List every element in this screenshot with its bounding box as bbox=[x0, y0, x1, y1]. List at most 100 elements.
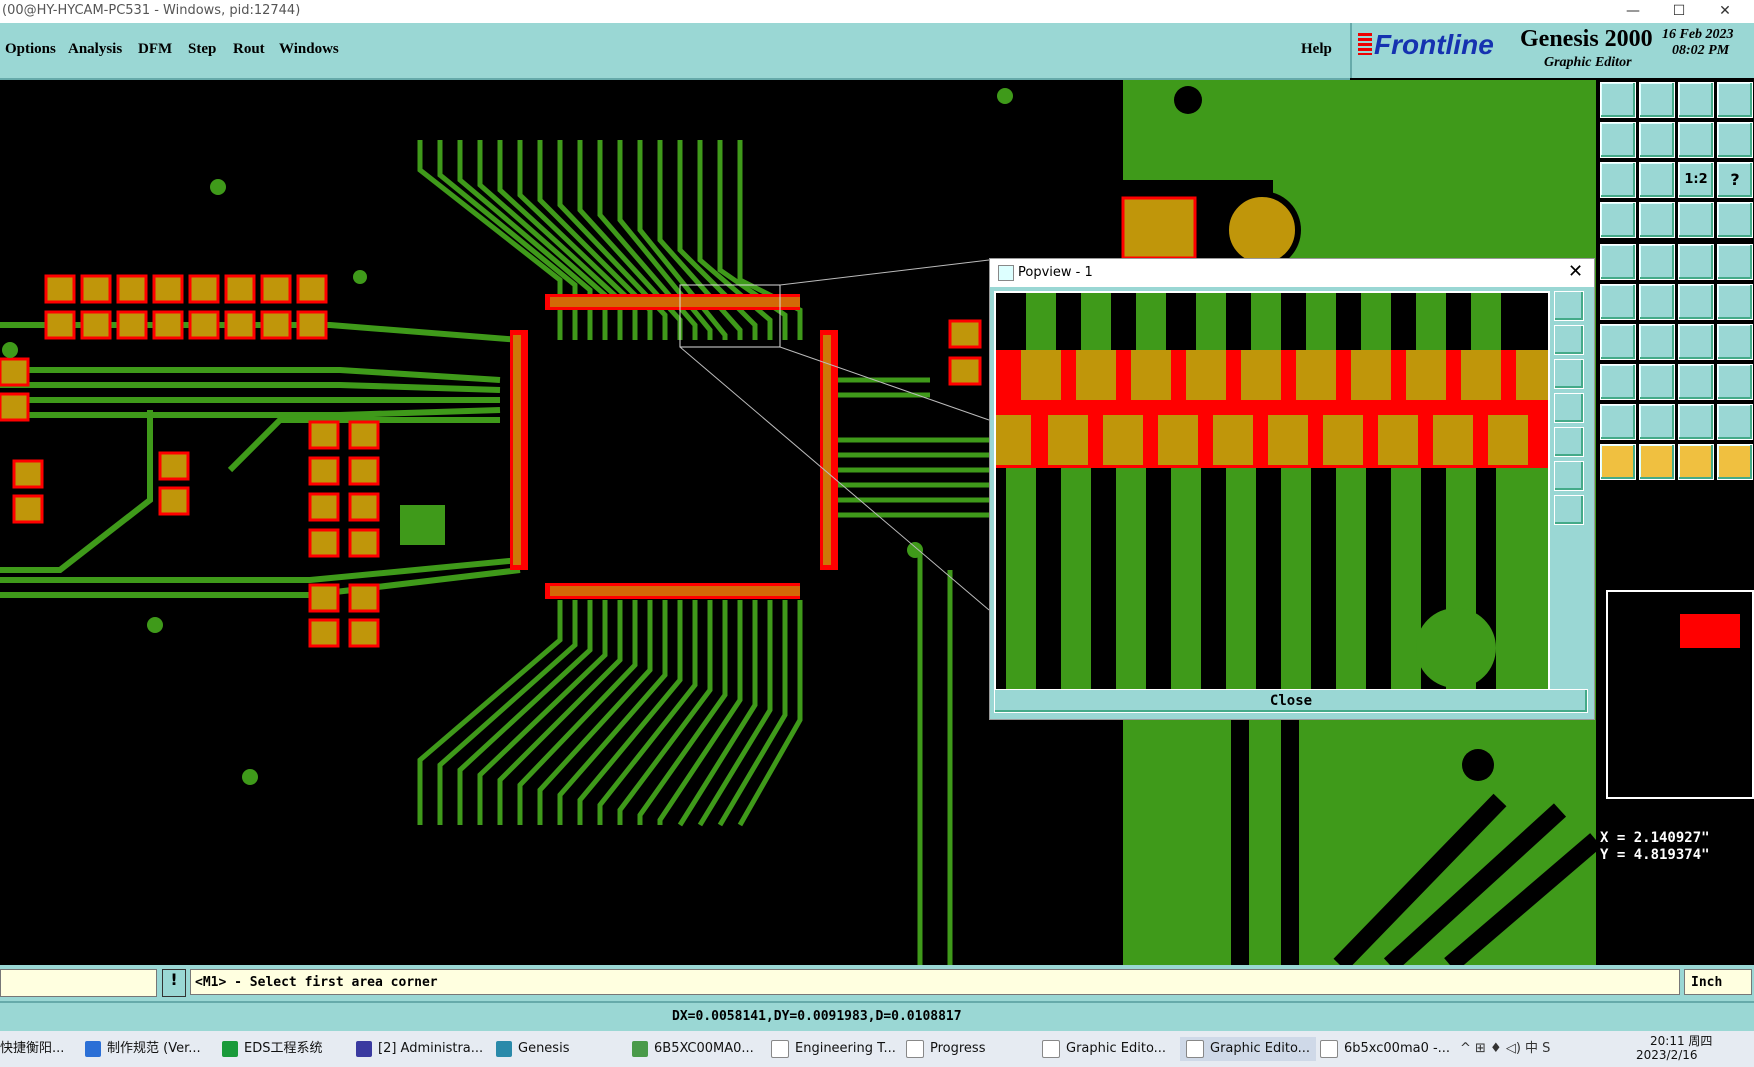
menu-windows[interactable]: Windows bbox=[279, 41, 339, 58]
popview-app-icon bbox=[998, 265, 1014, 281]
tool-route-icon[interactable] bbox=[1717, 284, 1753, 320]
measure-readout: DX=0.0058141,DY=0.0091983,D=0.0108817 bbox=[672, 1009, 962, 1024]
task-item[interactable]: Engineering T... bbox=[771, 1037, 896, 1061]
tool-panel: 1:2 ? X = 2.140927" Y = 4.819374" bbox=[1596, 80, 1754, 965]
popview-title: Popview - 1 bbox=[1018, 265, 1093, 280]
tool-back-icon[interactable] bbox=[1600, 122, 1636, 158]
popview-close-button[interactable]: Close bbox=[994, 689, 1588, 713]
popview-zoom-in-button[interactable] bbox=[1554, 291, 1584, 321]
tool-measure-alt-icon[interactable] bbox=[1717, 202, 1753, 238]
tool-export-icon[interactable] bbox=[1717, 82, 1753, 118]
tool-snap-icon[interactable] bbox=[1600, 202, 1636, 238]
overview-map[interactable] bbox=[1606, 590, 1754, 799]
clock-date[interactable]: 2023/2/16 bbox=[1636, 1048, 1698, 1062]
tool-dimension-icon[interactable] bbox=[1678, 364, 1714, 400]
tool-pad-icon[interactable] bbox=[1600, 364, 1636, 400]
menu-rout[interactable]: Rout bbox=[233, 41, 265, 58]
task-item-active[interactable]: Graphic Edito... bbox=[1180, 1037, 1317, 1061]
x-window-icon bbox=[906, 1039, 924, 1058]
tool-home-icon[interactable] bbox=[1678, 82, 1714, 118]
tool-draw-diag-icon[interactable] bbox=[1639, 324, 1675, 360]
menu-bar: Options Analysis DFM Step Rout Windows H… bbox=[0, 23, 1350, 80]
tool-select-area-icon[interactable] bbox=[1639, 444, 1675, 480]
tool-zoom-fit-icon[interactable] bbox=[1600, 162, 1636, 198]
popview-pan-up-button[interactable] bbox=[1554, 325, 1584, 355]
task-item[interactable]: [2] Administra... bbox=[356, 1037, 483, 1061]
prompt-line: <M1> - Select first area corner bbox=[190, 969, 1680, 995]
tool-draw-line-icon[interactable] bbox=[1600, 324, 1636, 360]
minimize-button[interactable]: — bbox=[1610, 0, 1656, 23]
tool-fill-icon[interactable] bbox=[1600, 244, 1636, 280]
brand-panel: Frontline Genesis 2000 Graphic Editor 16… bbox=[1350, 23, 1754, 78]
menu-options[interactable]: Options bbox=[5, 41, 56, 58]
tool-text-a-outline-icon[interactable] bbox=[1678, 404, 1714, 440]
status-row: ! <M1> - Select first area corner Inch bbox=[0, 965, 1754, 1001]
menu-step[interactable]: Step bbox=[188, 41, 216, 58]
clock-time[interactable]: 20:11 周四 bbox=[1650, 1032, 1712, 1049]
task-item[interactable]: 6B5XC00MA0... bbox=[632, 1037, 754, 1061]
genesis-icon bbox=[496, 1040, 512, 1057]
popview-pan-down-button[interactable] bbox=[1554, 359, 1584, 389]
command-input[interactable] bbox=[0, 969, 157, 997]
x-window-icon bbox=[1320, 1039, 1338, 1058]
tool-cross-icon[interactable] bbox=[1639, 284, 1675, 320]
tool-arc-icon[interactable] bbox=[1678, 324, 1714, 360]
maximize-button[interactable]: ☐ bbox=[1656, 0, 1702, 23]
popview-canvas[interactable] bbox=[994, 291, 1550, 691]
document-icon bbox=[85, 1040, 101, 1057]
disk-icon bbox=[356, 1040, 372, 1057]
tool-open-icon[interactable] bbox=[1600, 82, 1636, 118]
tool-forward-icon[interactable] bbox=[1639, 122, 1675, 158]
tray-icons[interactable]: ^ ⊞ ♦ ◁) 中 S bbox=[1460, 1037, 1550, 1061]
popview-move-button[interactable] bbox=[1554, 495, 1584, 525]
task-item[interactable]: EDS工程系统 bbox=[222, 1037, 322, 1061]
app-f-icon bbox=[222, 1040, 238, 1057]
x-window-icon bbox=[1042, 1039, 1060, 1058]
tool-help-icon[interactable]: ? bbox=[1717, 162, 1753, 198]
date-label: 16 Feb 2023 bbox=[1662, 27, 1734, 42]
menu-dfm[interactable]: DFM bbox=[138, 41, 172, 58]
popview-fit-button[interactable] bbox=[1554, 461, 1584, 491]
units-selector[interactable]: Inch bbox=[1684, 969, 1752, 995]
popview-pan-right-button[interactable] bbox=[1554, 427, 1584, 457]
task-item[interactable]: 制作规范 (Ver... bbox=[85, 1037, 201, 1061]
menu-help[interactable]: Help bbox=[1301, 41, 1332, 58]
task-item[interactable]: 快捷衡阳... bbox=[0, 1037, 64, 1061]
x-window-icon bbox=[771, 1039, 789, 1058]
frontline-logo-icon bbox=[1358, 33, 1372, 55]
task-item[interactable]: 6b5xc00ma0 -... bbox=[1320, 1037, 1450, 1061]
tool-circle-icon[interactable] bbox=[1717, 244, 1753, 280]
tool-line-icon[interactable] bbox=[1639, 244, 1675, 280]
tool-measure-icon[interactable] bbox=[1678, 202, 1714, 238]
tool-triangle-icon[interactable] bbox=[1600, 404, 1636, 440]
tool-symbol-icon[interactable] bbox=[1717, 324, 1753, 360]
task-item[interactable]: Progress bbox=[906, 1037, 985, 1061]
tool-text-a-icon[interactable] bbox=[1639, 404, 1675, 440]
tool-window-icon[interactable] bbox=[1678, 122, 1714, 158]
brand-logo: Frontline bbox=[1374, 29, 1494, 60]
measure-bar: DX=0.0058141,DY=0.0091983,D=0.0108817 bbox=[0, 1001, 1754, 1033]
task-item[interactable]: Genesis bbox=[496, 1037, 569, 1061]
close-window-button[interactable]: ✕ bbox=[1702, 0, 1748, 23]
popview-close-icon[interactable]: ✕ bbox=[1568, 261, 1583, 282]
alert-icon[interactable]: ! bbox=[162, 969, 186, 997]
product-subtitle: Graphic Editor bbox=[1544, 55, 1632, 70]
tool-net-icon[interactable] bbox=[1600, 284, 1636, 320]
tool-scale-1-2-icon[interactable]: 1:2 bbox=[1678, 162, 1714, 198]
tool-select-net-icon[interactable] bbox=[1678, 444, 1714, 480]
tool-layers-icon[interactable] bbox=[1717, 122, 1753, 158]
x-window-icon bbox=[1186, 1039, 1204, 1058]
tool-ruler-icon[interactable] bbox=[1678, 244, 1714, 280]
menu-analysis[interactable]: Analysis bbox=[68, 41, 122, 58]
tool-zoom-area-icon[interactable] bbox=[1639, 162, 1675, 198]
tool-select-icon[interactable] bbox=[1600, 444, 1636, 480]
tool-connect-icon[interactable] bbox=[1678, 284, 1714, 320]
popview-pan-left-button[interactable] bbox=[1554, 393, 1584, 423]
tool-shape-icon[interactable] bbox=[1717, 364, 1753, 400]
tool-text-a-alt-icon[interactable] bbox=[1717, 404, 1753, 440]
tool-grid-icon[interactable] bbox=[1639, 202, 1675, 238]
tool-horizontal-icon[interactable] bbox=[1639, 364, 1675, 400]
task-item[interactable]: Graphic Edito... bbox=[1042, 1037, 1166, 1061]
tool-select-all-icon[interactable] bbox=[1717, 444, 1753, 480]
tool-save-icon[interactable] bbox=[1639, 82, 1675, 118]
